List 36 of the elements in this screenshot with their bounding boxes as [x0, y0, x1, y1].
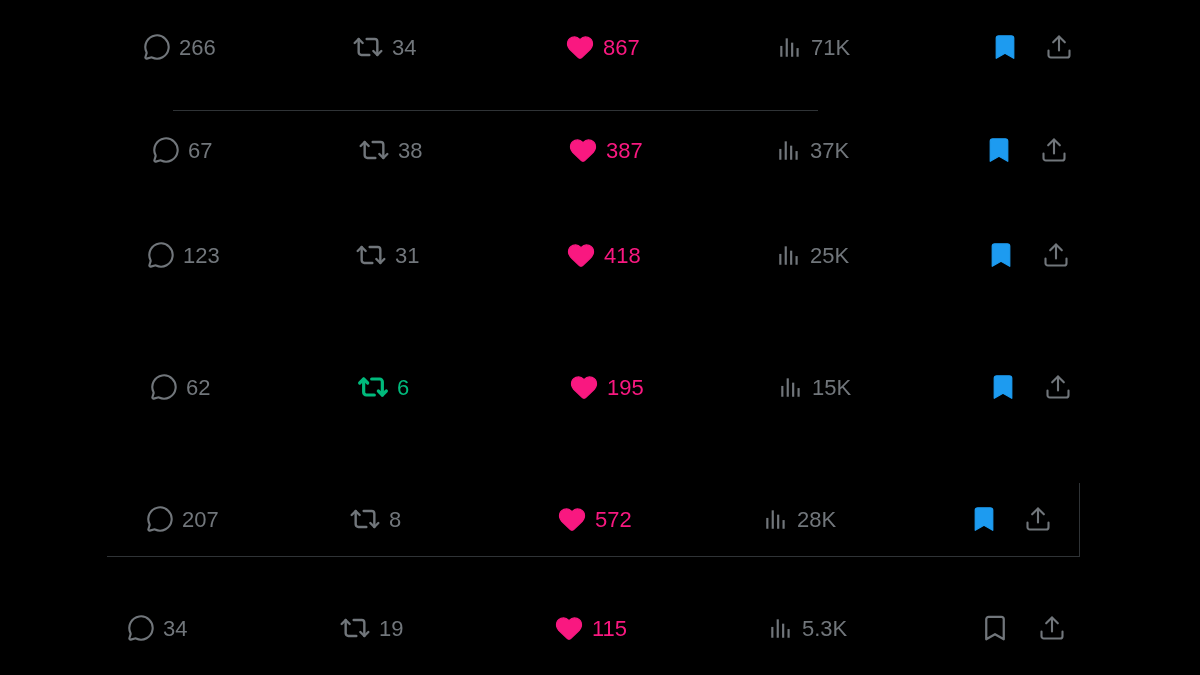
views-button[interactable]: 37K: [776, 133, 876, 167]
like-button[interactable]: 115: [554, 611, 654, 645]
reply-icon: [143, 33, 171, 61]
reply-icon: [146, 505, 174, 533]
share-icon: [1044, 373, 1072, 401]
share-icon: [1038, 614, 1066, 642]
reply-icon: [127, 614, 155, 642]
reply-button[interactable]: 207: [146, 502, 236, 536]
share-icon: [1024, 505, 1052, 533]
reply-button[interactable]: 123: [147, 238, 237, 272]
reply-button[interactable]: 62: [150, 370, 240, 404]
repost-button[interactable]: 34: [352, 30, 442, 64]
repost-button[interactable]: 8: [349, 502, 439, 536]
reply-icon: [152, 136, 180, 164]
share-icon: [1042, 241, 1070, 269]
views-button[interactable]: 5.3K: [768, 611, 868, 645]
reply-button[interactable]: 34: [127, 611, 217, 645]
like-button[interactable]: 572: [557, 502, 657, 536]
views-button[interactable]: 15K: [778, 370, 878, 404]
like-button[interactable]: 867: [565, 30, 665, 64]
repost-button[interactable]: 38: [358, 133, 448, 167]
reply-icon: [150, 373, 178, 401]
repost-button[interactable]: 19: [339, 611, 429, 645]
like-button[interactable]: 418: [566, 238, 666, 272]
like-button[interactable]: 387: [568, 133, 668, 167]
repost-button[interactable]: 6: [357, 370, 447, 404]
reply-button[interactable]: 266: [143, 30, 233, 64]
reply-icon: [147, 241, 175, 269]
views-button[interactable]: 25K: [776, 238, 876, 272]
views-button[interactable]: 71K: [777, 30, 877, 64]
repost-button[interactable]: 31: [355, 238, 445, 272]
share-icon: [1045, 33, 1073, 61]
share-icon: [1040, 136, 1068, 164]
reply-button[interactable]: 67: [152, 133, 242, 167]
views-button[interactable]: 28K: [763, 502, 863, 536]
like-button[interactable]: 195: [569, 370, 669, 404]
